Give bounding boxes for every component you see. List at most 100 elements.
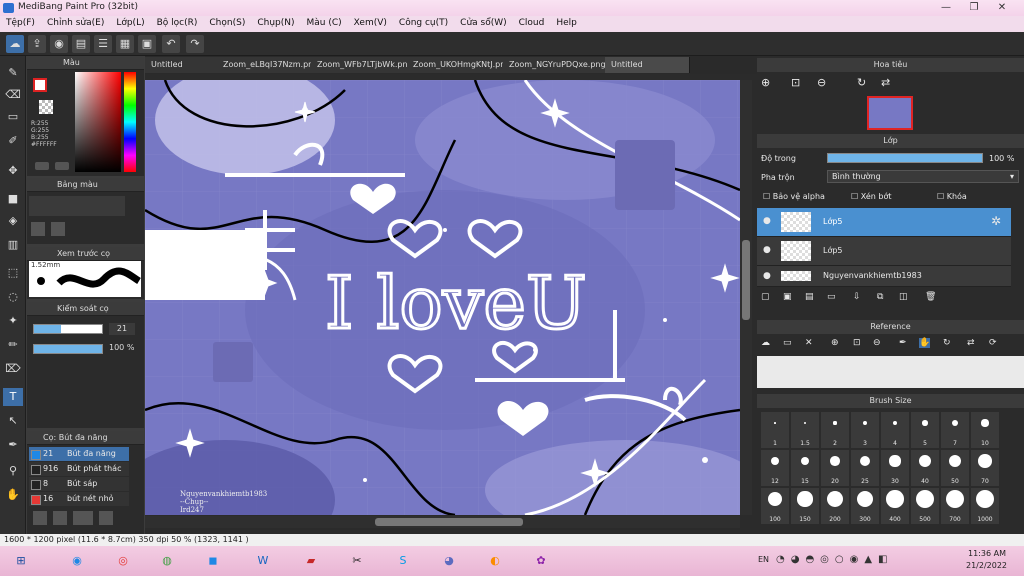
brush-size-slider[interactable] [33,324,103,334]
lock-checkbox[interactable]: ☐ Khóa [937,192,967,201]
brush-size-option[interactable]: 150 [791,488,819,524]
language-indicator[interactable]: EN [758,555,769,564]
brush-size-option[interactable]: 50 [941,450,969,486]
nav-rotate-icon[interactable]: ↻ [857,76,866,89]
layer-opacity-slider[interactable] [827,153,983,163]
brush-size-option[interactable]: 1.5 [791,412,819,448]
app-green-icon[interactable]: ◍ [150,548,184,574]
brush-size-option[interactable]: 25 [851,450,879,486]
brush-size-option[interactable]: 1000 [971,488,999,524]
protect-alpha-checkbox[interactable]: ☐ Bảo vệ alpha [763,192,825,201]
discord-icon[interactable]: ◕ [432,548,466,574]
brush-size-option[interactable]: 300 [851,488,879,524]
hue-slider[interactable] [124,72,136,172]
brush-size-option[interactable]: 3 [851,412,879,448]
brush-opacity-slider[interactable] [33,344,103,354]
brush-size-option[interactable]: 5 [911,412,939,448]
note-icon[interactable]: ▤ [72,35,90,53]
reference-eyedropper-icon[interactable]: ✒ [899,338,907,348]
capcut-icon[interactable]: ✂ [340,548,374,574]
rectangle-tool-icon[interactable]: ▭ [3,108,23,126]
layout-icon[interactable]: ▣ [138,35,156,53]
brush-list-item[interactable]: 916 Bút phát thác [29,462,129,476]
brush-size-option[interactable]: 40 [911,450,939,486]
brush-list-item[interactable]: 21 Bút đa năng [29,447,129,461]
brush-size-option[interactable]: 1 [761,412,789,448]
hand-tool-icon[interactable]: ✋ [3,486,23,504]
menu-help[interactable]: Help [550,16,583,28]
menu-window[interactable]: Cửa sổ(W) [454,16,512,28]
dropper-tool-icon[interactable]: ⚲ [3,462,23,480]
brush-menu-icon[interactable] [73,511,93,525]
brush-list-item[interactable]: 8 Bút sáp [29,477,129,491]
upload-icon[interactable]: ⇪ [28,35,46,53]
paint-icon[interactable]: ▰ [294,548,328,574]
tab-zoom-2[interactable]: Zoom_WFb7LTjbWk.png [311,57,420,73]
reference-cloud-icon[interactable]: ☁ [761,338,770,348]
clock-date[interactable]: 21/2/2022 [966,561,1007,570]
reference-flip-icon[interactable]: ⇄ [967,338,975,348]
nav-zoom-out-icon[interactable]: ⊖ [817,76,826,89]
eye-icon[interactable]: ● [763,216,771,226]
gradient-tool-icon[interactable]: ▥ [3,236,23,254]
primary-color-swatch[interactable] [33,78,47,92]
brush-add-icon[interactable] [33,511,47,525]
layer-blend-select[interactable]: Bình thường ▾ [827,170,1019,183]
reference-close-icon[interactable]: ✕ [805,338,813,348]
fill-rect-tool-icon[interactable]: ■ [3,190,23,208]
comment-icon[interactable]: ◉ [50,35,68,53]
secondary-color-swatch[interactable] [39,100,53,114]
zalo-icon[interactable]: ◼ [196,548,230,574]
select-eraser-icon[interactable]: ⌦ [3,360,23,378]
brush-size-option[interactable]: 400 [881,488,909,524]
new-halftone-layer-icon[interactable]: ▣ [783,292,792,302]
move-tool-icon[interactable]: ✥ [3,162,23,180]
drawing-canvas[interactable]: I loveU Nguyenvankhiemtb1983 --Chụp-- Ir… [145,80,740,515]
delete-layer-icon[interactable]: 🗑 [925,292,936,302]
brush-size-option[interactable]: 30 [881,450,909,486]
brush-size-option[interactable]: 7 [941,412,969,448]
reference-open-icon[interactable]: ▭ [783,338,792,348]
redo-icon[interactable]: ↷ [186,35,204,53]
brush-size-option[interactable]: 2 [821,412,849,448]
reference-view[interactable] [757,356,1024,388]
text-tool-icon[interactable]: T [3,388,23,406]
bucket-tool-icon[interactable]: ◈ [3,212,23,230]
brush-size-option[interactable]: 500 [911,488,939,524]
eraser-tool-icon[interactable]: ⌫ [3,86,23,104]
palette-app-icon[interactable]: ✿ [524,548,558,574]
coccoc-icon[interactable]: ◉ [60,548,94,574]
menu-select[interactable]: Chọn(S) [203,16,251,28]
eye-icon[interactable]: ● [763,245,771,255]
brush-size-option[interactable]: 12 [761,450,789,486]
menu-color[interactable]: Màu (C) [301,16,348,28]
lasso-tool-icon[interactable]: ◌ [3,288,23,306]
reference-zoom-out-icon[interactable]: ⊖ [873,338,881,348]
maximize-button[interactable]: ❐ [962,0,986,15]
tab-zoom-4[interactable]: Zoom_NGYruPDQxe.png [503,57,614,73]
new-layer-icon[interactable]: ▢ [761,292,770,302]
clipping-checkbox[interactable]: ☐ Xén bớt [851,192,891,201]
color-add-button[interactable] [35,162,49,170]
cloud-icon[interactable]: ☁ [6,35,24,53]
menu-file[interactable]: Tệp(F) [0,16,41,28]
brush-size-option[interactable]: 20 [821,450,849,486]
brush-size-option[interactable]: 15 [791,450,819,486]
reference-zoom-in-icon[interactable]: ⊕ [831,338,839,348]
menu-layer[interactable]: Lớp(L) [110,16,150,28]
saturation-picker[interactable] [75,72,121,172]
brush-list-item[interactable]: 16 bút nét nhỏ [29,492,129,506]
folder-icon[interactable]: ▭ [827,292,836,302]
color-swap-button[interactable] [55,162,69,170]
tray-icons[interactable]: ◔◕◓◎○◉▲◧ [776,554,956,565]
word-icon[interactable]: W [246,548,280,574]
palette-add-icon[interactable] [31,222,45,236]
select-pen-icon[interactable]: ✏ [3,336,23,354]
canvas-horizontal-scrollbar[interactable] [145,516,740,528]
layer-mask-icon[interactable]: ◫ [899,292,908,302]
grid-icon[interactable]: ▦ [116,35,134,53]
list-icon[interactable]: ☰ [94,35,112,53]
brush-tool-icon[interactable]: ✐ [3,132,23,150]
operation-tool-icon[interactable]: ↖ [3,412,23,430]
brush-size-option[interactable]: 100 [761,488,789,524]
